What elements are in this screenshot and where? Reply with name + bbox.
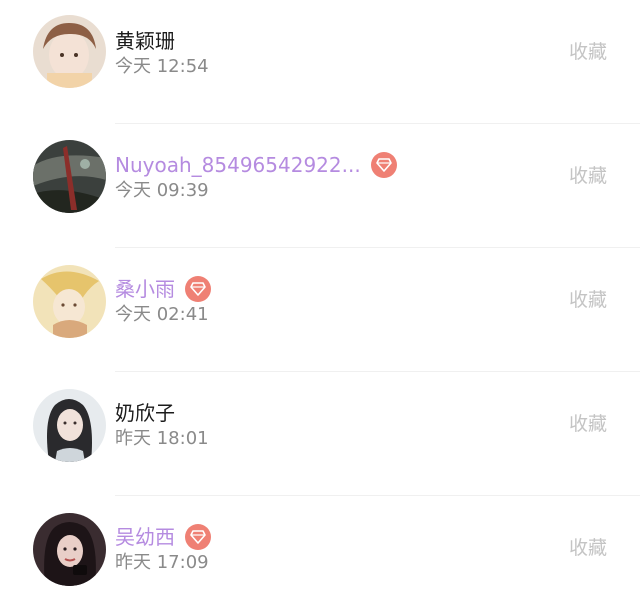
favorite-button[interactable]: 收藏 xyxy=(569,288,607,312)
name-line: 黄颖珊 xyxy=(115,26,175,56)
avatar-image xyxy=(33,513,106,586)
avatar[interactable] xyxy=(33,513,106,586)
favorite-button[interactable]: 收藏 xyxy=(569,412,607,436)
list-item[interactable]: 黄颖珊 今天 12:54 收藏 xyxy=(0,0,640,124)
avatar[interactable] xyxy=(33,389,106,462)
name-line: Nuyoah_85496542922... xyxy=(115,150,397,180)
name-line: 吴幼西 xyxy=(115,522,211,552)
list-item[interactable]: 奶欣子 昨天 18:01 收藏 xyxy=(0,372,640,496)
user-name[interactable]: 吴幼西 xyxy=(115,522,175,552)
avatar[interactable] xyxy=(33,265,106,338)
avatar[interactable] xyxy=(33,15,106,88)
list-item[interactable]: Nuyoah_85496542922... 今天 09:39 收藏 xyxy=(0,124,640,248)
avatar-image xyxy=(33,15,106,88)
user-list: 黄颖珊 今天 12:54 收藏 Nuyoah_85496542922... 今天… xyxy=(0,0,640,616)
list-item[interactable]: 吴幼西 昨天 17:09 收藏 xyxy=(0,496,640,616)
avatar[interactable] xyxy=(33,140,106,213)
timestamp: 今天 09:39 xyxy=(115,180,209,201)
user-name[interactable]: 奶欣子 xyxy=(115,398,175,428)
avatar-image xyxy=(33,389,106,462)
timestamp: 昨天 18:01 xyxy=(115,428,209,449)
user-name[interactable]: 桑小雨 xyxy=(115,274,175,304)
list-item[interactable]: 桑小雨 今天 02:41 收藏 xyxy=(0,248,640,372)
user-name[interactable]: Nuyoah_85496542922... xyxy=(115,150,361,180)
name-line: 奶欣子 xyxy=(115,398,175,428)
timestamp: 昨天 17:09 xyxy=(115,552,209,573)
favorite-button[interactable]: 收藏 xyxy=(569,40,607,64)
timestamp: 今天 12:54 xyxy=(115,56,209,77)
favorite-button[interactable]: 收藏 xyxy=(569,536,607,560)
diamond-icon xyxy=(185,276,211,302)
timestamp: 今天 02:41 xyxy=(115,304,209,325)
name-line: 桑小雨 xyxy=(115,274,211,304)
user-name[interactable]: 黄颖珊 xyxy=(115,26,175,56)
favorite-button[interactable]: 收藏 xyxy=(569,164,607,188)
diamond-icon xyxy=(370,152,397,178)
diamond-icon xyxy=(185,524,211,550)
avatar-image xyxy=(33,265,106,338)
avatar-image xyxy=(33,140,106,213)
